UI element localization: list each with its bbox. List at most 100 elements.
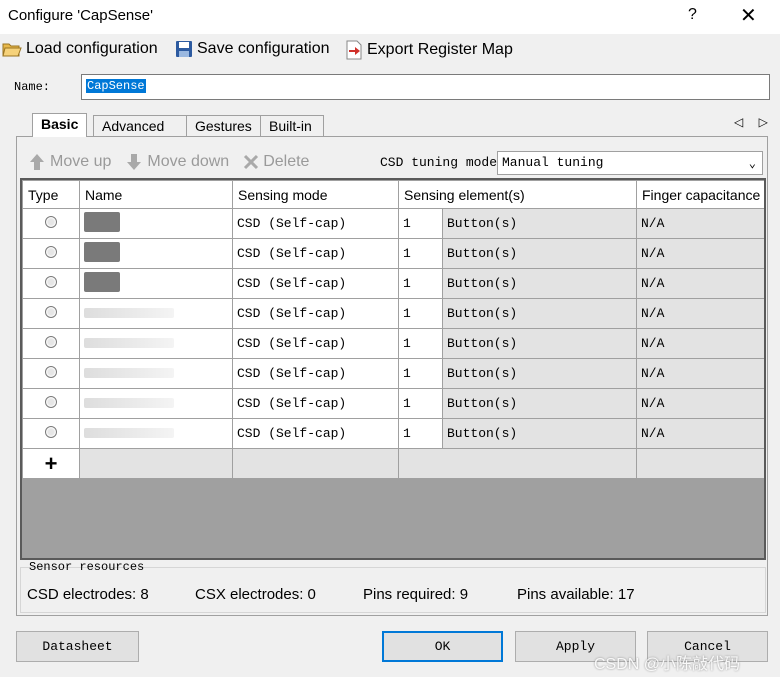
widget-type-radio[interactable] <box>22 358 80 389</box>
widget-name-cell[interactable] <box>79 388 233 419</box>
radio-icon <box>45 336 57 348</box>
element-count-cell[interactable]: 1 <box>398 238 443 269</box>
table-row[interactable]: CSD (Self-cap) 1 Button(s) N/A <box>22 208 764 239</box>
radio-icon <box>45 216 57 228</box>
folder-open-icon <box>2 43 22 57</box>
tab-basic[interactable]: Basic <box>32 113 88 137</box>
element-count-cell[interactable]: 1 <box>398 388 443 419</box>
table-row[interactable]: CSD (Self-cap) 1 Button(s) N/A <box>22 418 764 449</box>
sensing-mode-cell[interactable]: CSD (Self-cap) <box>232 238 399 269</box>
move-down-button[interactable]: Move down <box>125 153 229 171</box>
empty-cell <box>232 448 399 479</box>
floppy-disk-icon <box>176 41 192 57</box>
widget-name-cell[interactable] <box>79 268 233 299</box>
move-up-button[interactable]: Move up <box>28 153 111 171</box>
column-header-sensing-mode[interactable]: Sensing mode <box>232 180 399 209</box>
element-count-cell[interactable]: 1 <box>398 328 443 359</box>
tab-built-in[interactable]: Built-in <box>260 115 324 137</box>
table-row[interactable]: CSD (Self-cap) 1 Button(s) N/A <box>22 358 764 389</box>
tab-strip: Basic Advanced Gestures Built-in <box>16 113 768 137</box>
redacted-name <box>84 242 120 262</box>
pins-required-count: Pins required: 9 <box>363 586 469 603</box>
radio-icon <box>45 366 57 378</box>
widget-type-radio[interactable] <box>22 268 80 299</box>
sensing-mode-cell[interactable]: CSD (Self-cap) <box>232 268 399 299</box>
finger-capacitance-cell: N/A <box>636 358 764 389</box>
arrow-down-icon <box>127 154 142 170</box>
sensing-mode-cell[interactable]: CSD (Self-cap) <box>232 358 399 389</box>
column-header-name[interactable]: Name <box>79 180 233 209</box>
widget-type-radio[interactable] <box>22 208 80 239</box>
table-row[interactable]: CSD (Self-cap) 1 Button(s) N/A <box>22 328 764 359</box>
arrow-up-icon <box>30 154 44 170</box>
tab-scroll-arrows[interactable]: ◁ ▷ <box>734 115 774 129</box>
finger-capacitance-cell: N/A <box>636 328 764 359</box>
widgets-table: Type Name Sensing mode Sensing element(s… <box>20 178 766 560</box>
delete-button[interactable]: Delete <box>243 153 309 171</box>
column-header-type[interactable]: Type <box>22 180 80 209</box>
sensing-mode-cell[interactable]: CSD (Self-cap) <box>232 208 399 239</box>
widget-type-radio[interactable] <box>22 298 80 329</box>
export-register-map-button[interactable]: Export Register Map <box>345 40 513 60</box>
watermark: CSDN @小陈敲代码 <box>594 656 741 673</box>
finger-capacitance-cell: N/A <box>636 238 764 269</box>
widget-name-cell[interactable] <box>79 208 233 239</box>
widget-type-radio[interactable] <box>22 418 80 449</box>
table-row[interactable]: CSD (Self-cap) 1 Button(s) N/A <box>22 268 764 299</box>
radio-icon <box>45 396 57 408</box>
element-count-cell[interactable]: 1 <box>398 298 443 329</box>
column-header-finger-capacitance[interactable]: Finger capacitance <box>636 180 764 209</box>
radio-icon <box>45 306 57 318</box>
tab-advanced[interactable]: Advanced <box>93 115 191 137</box>
finger-capacitance-cell: N/A <box>636 268 764 299</box>
widget-type-radio[interactable] <box>22 388 80 419</box>
widget-name-cell[interactable] <box>79 418 233 449</box>
datasheet-button[interactable]: Datasheet <box>16 631 139 662</box>
sensing-mode-cell[interactable]: CSD (Self-cap) <box>232 298 399 329</box>
element-type-cell: Button(s) <box>442 418 637 449</box>
element-type-cell: Button(s) <box>442 208 637 239</box>
redacted-name <box>84 338 174 348</box>
sensing-mode-cell[interactable]: CSD (Self-cap) <box>232 418 399 449</box>
widget-name-cell[interactable] <box>79 298 233 329</box>
ok-button[interactable]: OK <box>382 631 503 662</box>
name-input[interactable]: CapSense <box>81 74 770 100</box>
element-count-cell[interactable]: 1 <box>398 358 443 389</box>
table-row[interactable]: CSD (Self-cap) 1 Button(s) N/A <box>22 298 764 329</box>
toolbar: Load configuration Save configuration Ex… <box>0 38 780 64</box>
finger-capacitance-cell: N/A <box>636 298 764 329</box>
widget-name-cell[interactable] <box>79 358 233 389</box>
csx-electrodes-count: CSX electrodes: 0 <box>195 586 316 603</box>
tuning-mode-select[interactable]: Manual tuning ⌄ <box>497 151 763 175</box>
redacted-name <box>84 428 174 438</box>
table-row[interactable]: CSD (Self-cap) 1 Button(s) N/A <box>22 388 764 419</box>
sensing-mode-cell[interactable]: CSD (Self-cap) <box>232 328 399 359</box>
column-header-sensing-elements[interactable]: Sensing element(s) <box>398 180 637 209</box>
tuning-mode-value: Manual tuning <box>502 155 604 170</box>
widget-type-radio[interactable] <box>22 328 80 359</box>
element-count-cell[interactable]: 1 <box>398 208 443 239</box>
element-count-cell[interactable]: 1 <box>398 268 443 299</box>
element-type-cell: Button(s) <box>442 388 637 419</box>
widget-name-cell[interactable] <box>79 328 233 359</box>
table-row[interactable]: CSD (Self-cap) 1 Button(s) N/A <box>22 238 764 269</box>
widget-name-cell[interactable] <box>79 238 233 269</box>
title-bar: Configure 'CapSense' ? ✕ <box>0 0 780 34</box>
redacted-name <box>84 398 174 408</box>
name-label: Name: <box>14 80 51 94</box>
finger-capacitance-cell: N/A <box>636 208 764 239</box>
element-type-cell: Button(s) <box>442 238 637 269</box>
load-configuration-button[interactable]: Load configuration <box>2 40 158 58</box>
move-down-label: Move down <box>147 153 230 170</box>
export-icon <box>346 40 362 60</box>
save-configuration-button[interactable]: Save configuration <box>175 40 330 58</box>
help-button[interactable]: ? <box>688 6 697 24</box>
add-widget-button[interactable]: + <box>22 448 80 479</box>
add-widget-row: + <box>22 448 764 479</box>
element-count-cell[interactable]: 1 <box>398 418 443 449</box>
name-value: CapSense <box>86 79 146 93</box>
redacted-name <box>84 212 120 232</box>
widget-type-radio[interactable] <box>22 238 80 269</box>
close-button[interactable]: ✕ <box>740 3 757 28</box>
sensing-mode-cell[interactable]: CSD (Self-cap) <box>232 388 399 419</box>
